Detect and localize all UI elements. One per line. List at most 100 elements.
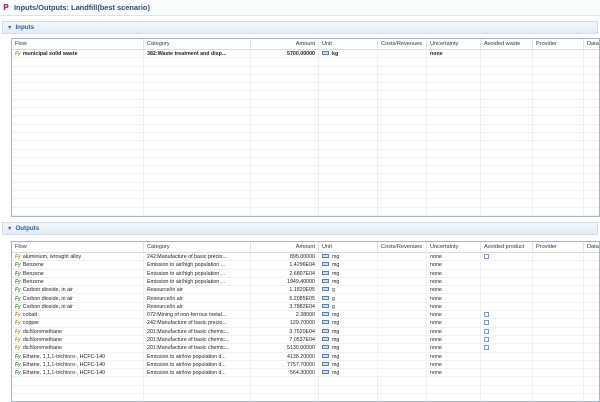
uncertainty-cell[interactable]: none bbox=[427, 352, 481, 361]
uncertainty-cell[interactable]: none bbox=[427, 327, 481, 336]
column-header-amount[interactable]: Amount bbox=[251, 39, 319, 50]
inputs-table[interactable]: Flow Category Amount Unit Costs/Revenues Unce… bbox=[11, 38, 600, 217]
amount-cell[interactable]: 3.7882E04 bbox=[251, 302, 319, 312]
empty-table-row bbox=[12, 166, 599, 175]
unit-icon bbox=[322, 312, 329, 317]
outputs-section-header[interactable]: ▼ Outputs bbox=[2, 222, 598, 235]
amount-cell[interactable]: 564.30000 bbox=[251, 369, 319, 378]
amount-cell[interactable]: 2.38000 bbox=[251, 311, 319, 320]
amount-cell[interactable]: 7.0537E04 bbox=[251, 336, 319, 345]
table-row[interactable]: Fy dichloromethane 201:Manufacture of basi… bbox=[12, 336, 599, 345]
amount-cell[interactable]: 129.70000 bbox=[251, 319, 319, 328]
column-header-provider[interactable]: Provider bbox=[533, 242, 584, 253]
uncertainty-cell[interactable]: none bbox=[427, 294, 481, 303]
uncertainty-cell[interactable]: none bbox=[427, 253, 481, 262]
unit-cell[interactable]: mg bbox=[319, 344, 378, 353]
uncertainty-cell[interactable]: none bbox=[427, 277, 481, 287]
amount-cell[interactable]: 5130.00000 bbox=[251, 344, 319, 353]
table-row[interactable]: Fy Carbon dioxide, in air Resource/in air 3… bbox=[12, 302, 599, 312]
amount-cell[interactable]: 1.1820E05 bbox=[251, 286, 319, 295]
unit-cell[interactable]: mg bbox=[319, 327, 378, 336]
table-row[interactable]: Fy Carbon dioxide, in air Resource/in air 1… bbox=[12, 286, 599, 295]
amount-cell[interactable]: 7757.70000 bbox=[251, 360, 319, 370]
table-row[interactable]: Fy Ethane, 1,1,1-trichloro-, HCFC-140 Emis… bbox=[12, 352, 599, 361]
empty-table-row bbox=[12, 191, 599, 200]
collapse-triangle-icon[interactable]: ▼ bbox=[7, 25, 12, 31]
uncertainty-cell[interactable]: none bbox=[427, 261, 481, 270]
column-header-avoided[interactable]: Avoided waste bbox=[481, 39, 533, 50]
amount-cell[interactable]: 1.4296E04 bbox=[251, 261, 319, 270]
uncertainty-cell[interactable]: none bbox=[427, 319, 481, 328]
uncertainty-cell[interactable]: none bbox=[427, 360, 481, 370]
avoided-product-checkbox[interactable] bbox=[484, 312, 489, 318]
uncertainty-cell[interactable]: none bbox=[427, 336, 481, 345]
column-header-unit[interactable]: Unit bbox=[319, 242, 378, 253]
amount-cell[interactable]: 895.00000 bbox=[251, 253, 319, 262]
column-header-unit[interactable]: Unit bbox=[319, 39, 378, 50]
column-header-avoided[interactable]: Avoided product bbox=[481, 242, 533, 253]
column-header-category[interactable]: Category bbox=[144, 39, 251, 50]
uncertainty-cell[interactable]: none bbox=[427, 286, 481, 295]
avoided-product-checkbox[interactable] bbox=[484, 254, 489, 260]
unit-cell[interactable]: mg bbox=[319, 369, 378, 378]
column-header-data-quality[interactable]: Data qua bbox=[584, 39, 599, 50]
table-row[interactable]: Fy aluminium, wrought alloy 242:Manufactur… bbox=[12, 253, 599, 262]
unit-cell[interactable]: mg bbox=[319, 336, 378, 345]
column-header-flow[interactable]: Flow bbox=[12, 39, 144, 50]
outputs-table[interactable]: Flow Category Amount Unit Costs/Revenues Unce… bbox=[11, 241, 600, 402]
unit-cell[interactable]: mg bbox=[319, 269, 378, 278]
column-header-flow[interactable]: Flow bbox=[12, 242, 144, 253]
avoided-product-checkbox[interactable] bbox=[484, 337, 489, 343]
uncertainty-cell[interactable]: none bbox=[427, 344, 481, 353]
column-header-uncertainty[interactable]: Uncertainty bbox=[427, 39, 481, 50]
uncertainty-cell[interactable]: none bbox=[427, 369, 481, 378]
unit-cell[interactable]: g bbox=[319, 302, 378, 312]
unit-cell[interactable]: kg bbox=[319, 50, 378, 59]
table-row[interactable]: Fy copper 242:Manufacture of basic precio.… bbox=[12, 319, 599, 328]
amount-cell[interactable]: 3.7620E04 bbox=[251, 327, 319, 336]
empty-table-row bbox=[12, 75, 599, 84]
unit-cell[interactable]: mg bbox=[319, 261, 378, 270]
column-header-costs[interactable]: Costs/Revenues bbox=[378, 242, 427, 253]
column-header-uncertainty[interactable]: Uncertainty bbox=[427, 242, 481, 253]
column-header-amount[interactable]: Amount bbox=[251, 242, 319, 253]
amount-cell[interactable]: 2.6807E04 bbox=[251, 269, 319, 278]
unit-cell[interactable]: g bbox=[319, 286, 378, 295]
table-row[interactable]: Fy dichloromethane 201:Manufacture of basi… bbox=[12, 344, 599, 353]
unit-cell[interactable]: mg bbox=[319, 352, 378, 361]
table-row[interactable]: Fy cobalt 072:Mining of non-ferrous metal.… bbox=[12, 311, 599, 320]
uncertainty-cell[interactable]: none bbox=[427, 311, 481, 320]
unit-cell[interactable]: g bbox=[319, 294, 378, 303]
uncertainty-cell[interactable]: none bbox=[427, 50, 481, 59]
unit-cell[interactable]: mg bbox=[319, 319, 378, 328]
table-row[interactable]: Fy Benzene Emission to air/high population… bbox=[12, 277, 599, 287]
inputs-section-header[interactable]: ▼ Inputs bbox=[2, 21, 598, 34]
table-row[interactable]: Fy Carbon dioxide, in air Resource/in air 5… bbox=[12, 294, 599, 303]
column-header-category[interactable]: Category bbox=[144, 242, 251, 253]
amount-cell[interactable]: 1949.40000 bbox=[251, 277, 319, 287]
column-header-costs[interactable]: Costs/Revenues bbox=[378, 39, 427, 50]
avoided-product-checkbox[interactable] bbox=[484, 320, 489, 326]
column-header-provider[interactable]: Provider bbox=[533, 39, 584, 50]
avoided-product-checkbox[interactable] bbox=[484, 328, 489, 334]
unit-cell[interactable]: mg bbox=[319, 277, 378, 287]
collapse-triangle-icon[interactable]: ▼ bbox=[7, 226, 12, 232]
unit-cell[interactable]: mg bbox=[319, 360, 378, 370]
uncertainty-cell[interactable]: none bbox=[427, 302, 481, 312]
table-row[interactable]: Fy Benzene Emission to air/high population… bbox=[12, 261, 599, 270]
uncertainty-cell[interactable]: none bbox=[427, 269, 481, 278]
table-row[interactable]: Fy Ethane, 1,1,1-trichloro-, HCFC-140 Emis… bbox=[12, 360, 599, 370]
table-row[interactable]: Fy Ethane, 1,1,1-trichloro-, HCFC-140 Emis… bbox=[12, 369, 599, 378]
table-row[interactable]: Fy dichloromethane 201:Manufacture of basi… bbox=[12, 327, 599, 336]
amount-cell[interactable]: 4138.20000 bbox=[251, 352, 319, 361]
amount-cell[interactable]: 5700.00000 bbox=[251, 50, 319, 59]
table-row[interactable]: Fy municipal solid waste 382:Waste treatme… bbox=[12, 50, 599, 59]
amount-cell[interactable]: 5.2085E05 bbox=[251, 294, 319, 303]
unit-icon bbox=[322, 328, 329, 333]
table-row[interactable]: Fy Benzene Emission to air/high population… bbox=[12, 269, 599, 278]
unit-cell[interactable]: mg bbox=[319, 311, 378, 320]
data-quality-cell bbox=[584, 328, 599, 336]
avoided-product-checkbox[interactable] bbox=[484, 345, 489, 351]
column-header-data-quality[interactable]: Data qua bbox=[584, 242, 599, 253]
unit-cell[interactable]: mg bbox=[319, 253, 378, 262]
